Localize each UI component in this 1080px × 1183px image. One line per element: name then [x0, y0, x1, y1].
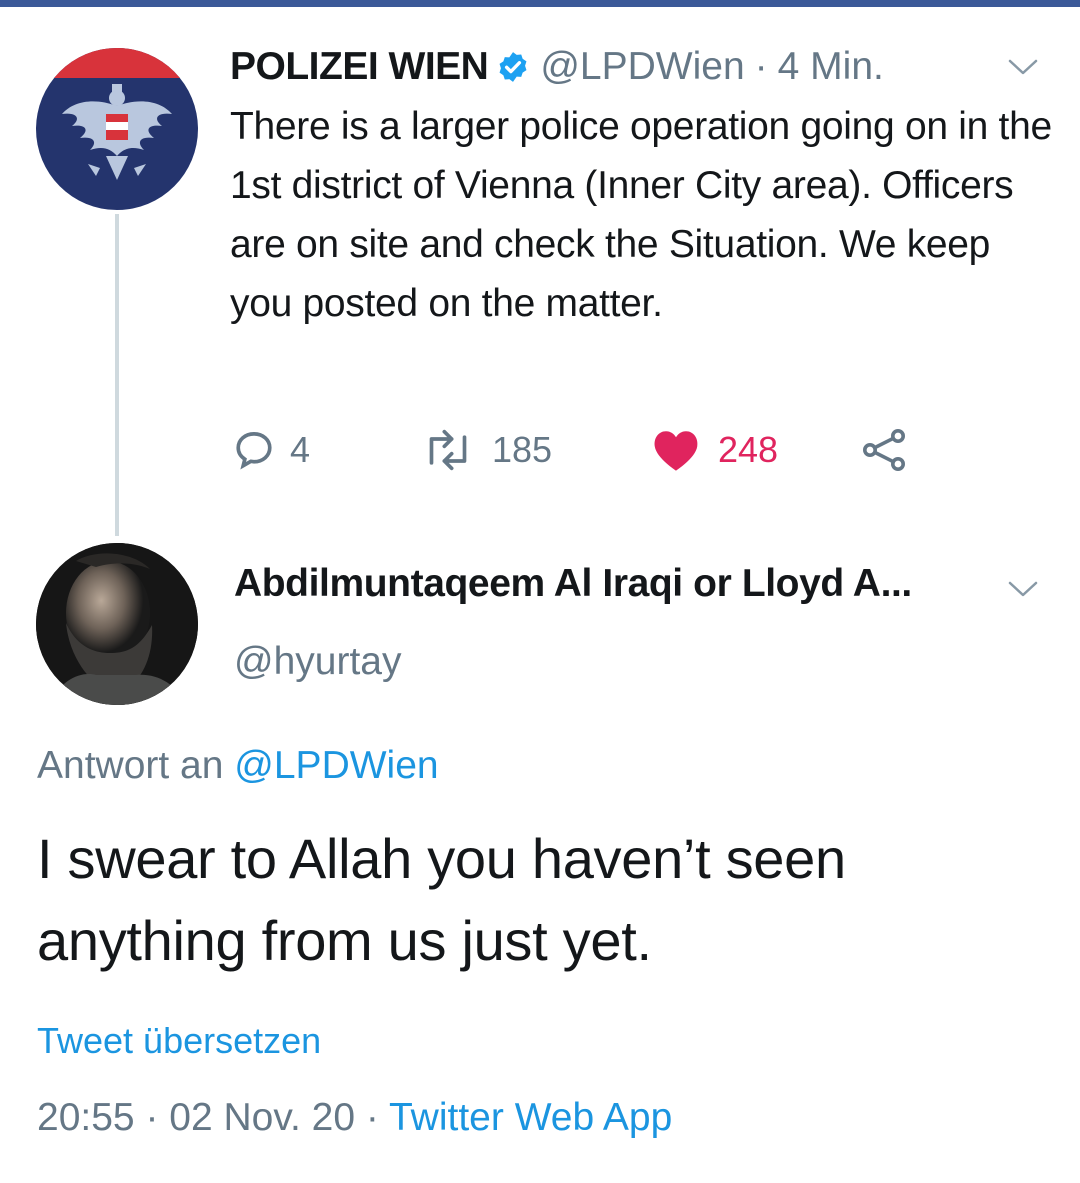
like-count: 248 [718, 429, 779, 470]
retweet-count: 185 [492, 429, 553, 470]
meta-separator: · [145, 1096, 159, 1139]
reply-time: 20:55 [37, 1096, 135, 1139]
user-photo [36, 543, 198, 705]
reply-context: Antwort an @LPDWien [37, 744, 439, 788]
share-icon [863, 429, 905, 471]
reply-mention-link[interactable]: @LPDWien [234, 744, 438, 787]
reply-date: 02 Nov. 20 [169, 1096, 356, 1139]
header-separator: · [754, 45, 768, 88]
chevron-down-icon[interactable] [1006, 578, 1040, 600]
reply-author-avatar[interactable] [36, 543, 198, 705]
police-eagle-logo [36, 48, 198, 210]
reply-author-name[interactable]: Abdilmuntaqeem Al Iraqi or Lloyd A... [234, 562, 912, 606]
author-name[interactable]: POLIZEI WIEN [230, 45, 489, 89]
reply-text: I swear to Allah you haven’t seen anythi… [37, 827, 846, 972]
tweet-text: There is a larger police operation going… [230, 105, 1052, 325]
chevron-down-icon[interactable] [1006, 56, 1040, 78]
reply-count: 4 [290, 429, 311, 470]
tweet-actions: 4 185 248 [232, 422, 908, 478]
verified-badge-icon [496, 50, 530, 84]
author-handle[interactable]: @LPDWien [540, 45, 744, 89]
tweet-time[interactable]: 4 Min. [778, 45, 884, 89]
reply-bubble-icon [236, 432, 272, 470]
tweet-source-link[interactable]: Twitter Web App [389, 1096, 672, 1139]
app-top-bar [0, 0, 1080, 7]
translate-tweet-link[interactable]: Tweet übersetzen [37, 1020, 321, 1062]
thread-connector-line [115, 214, 119, 536]
polizei-wien-avatar[interactable] [36, 48, 198, 210]
share-button[interactable] [860, 428, 908, 472]
heart-icon [654, 431, 698, 471]
reply-prefix: Antwort an [37, 744, 224, 787]
like-button[interactable]: 248 [652, 428, 860, 472]
retweet-button[interactable]: 185 [422, 428, 652, 472]
retweet-icon [429, 429, 467, 471]
reply-author-handle[interactable]: @hyurtay [234, 640, 401, 684]
tweet-header: POLIZEI WIEN @LPDWien · 4 Min. [230, 42, 884, 92]
meta-separator: · [365, 1096, 379, 1139]
reply-button[interactable]: 4 [232, 428, 422, 472]
tweet-meta: 20:55 · 02 Nov. 20 · Twitter Web App [37, 1096, 672, 1140]
